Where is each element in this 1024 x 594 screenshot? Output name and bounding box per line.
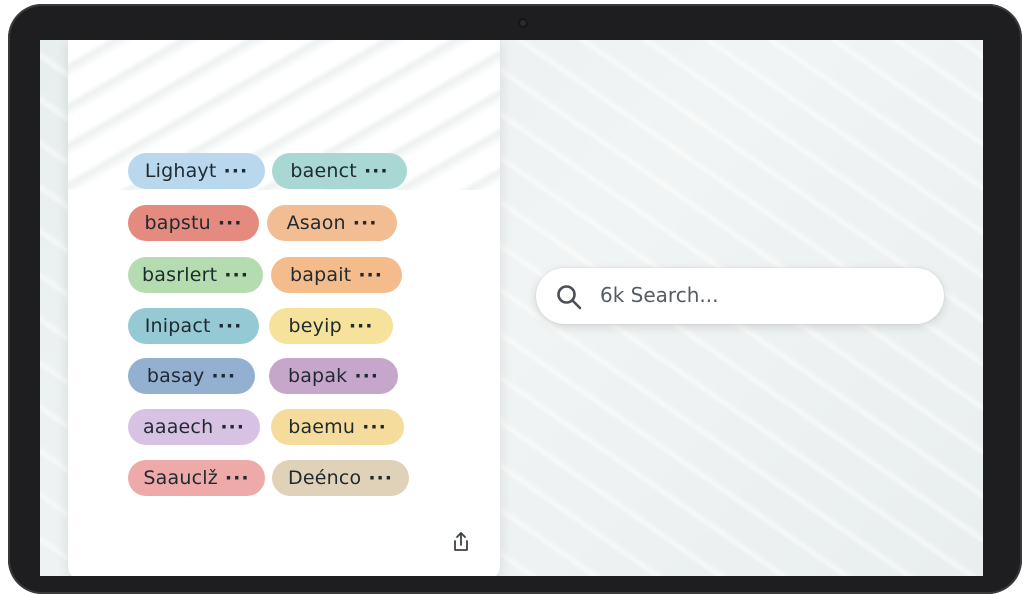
- tag-chip[interactable]: Inipact ···: [128, 308, 259, 344]
- more-icon: ···: [354, 365, 380, 387]
- tag-chip[interactable]: baenct ···: [272, 153, 407, 189]
- more-icon: ···: [211, 365, 237, 387]
- search-input[interactable]: 6k Search...: [600, 283, 718, 307]
- search-bar[interactable]: 6k Search...: [536, 268, 944, 324]
- tag-chip[interactable]: Asaon ···: [267, 205, 397, 241]
- front-camera: [518, 18, 528, 28]
- tag-chip[interactable]: aaaech ···: [128, 409, 260, 445]
- tag-label: basrlert: [142, 264, 218, 286]
- tag-label: Deénco: [288, 467, 362, 489]
- tag-label: Inipact: [144, 315, 211, 337]
- more-icon: ···: [224, 264, 249, 286]
- tag-label: bapak: [287, 365, 348, 387]
- more-icon: ···: [362, 416, 387, 438]
- share-icon[interactable]: [450, 530, 472, 554]
- tag-chip[interactable]: baemu ···: [271, 409, 404, 445]
- more-icon: ···: [363, 160, 389, 182]
- tag-label: bapstu: [144, 212, 211, 234]
- tag-chip[interactable]: Deénco ···: [272, 460, 409, 496]
- tag-chip[interactable]: Lighayt ···: [128, 153, 265, 189]
- more-icon: ···: [368, 467, 393, 489]
- tag-chip[interactable]: basay ···: [128, 358, 255, 394]
- tag-label: Lighayt: [144, 160, 217, 182]
- more-icon: ···: [217, 212, 243, 234]
- tag-label: baenct: [290, 160, 357, 182]
- tag-panel: Lighayt ··· baenct ··· bapstu ··· Asaon ··· …: [68, 40, 500, 576]
- tag-label: Saauclž: [143, 467, 218, 489]
- tag-label: Asaon: [286, 212, 346, 234]
- more-icon: ···: [217, 315, 243, 337]
- tag-chip[interactable]: beyip ···: [269, 308, 393, 344]
- tag-chip[interactable]: basrlert ···: [128, 257, 263, 293]
- tag-chip[interactable]: Saauclž ···: [128, 460, 265, 496]
- tag-label: baemu: [288, 416, 356, 438]
- tag-chip[interactable]: bapak ···: [269, 358, 398, 394]
- tag-chip[interactable]: bapait ···: [271, 257, 402, 293]
- tag-chip[interactable]: bapstu ···: [128, 205, 259, 241]
- tag-label: aaaech: [143, 416, 214, 438]
- more-icon: ···: [348, 315, 374, 337]
- more-icon: ···: [358, 264, 383, 286]
- more-icon: ···: [223, 160, 249, 182]
- more-icon: ···: [352, 212, 378, 234]
- tag-label: bapait: [290, 264, 352, 286]
- tag-label: beyip: [288, 315, 342, 337]
- search-icon: [555, 283, 583, 311]
- more-icon: ···: [224, 467, 250, 489]
- screen: Lighayt ··· baenct ··· bapstu ··· Asaon ··· …: [40, 40, 983, 576]
- tag-label: basay: [146, 365, 205, 387]
- more-icon: ···: [220, 416, 245, 438]
